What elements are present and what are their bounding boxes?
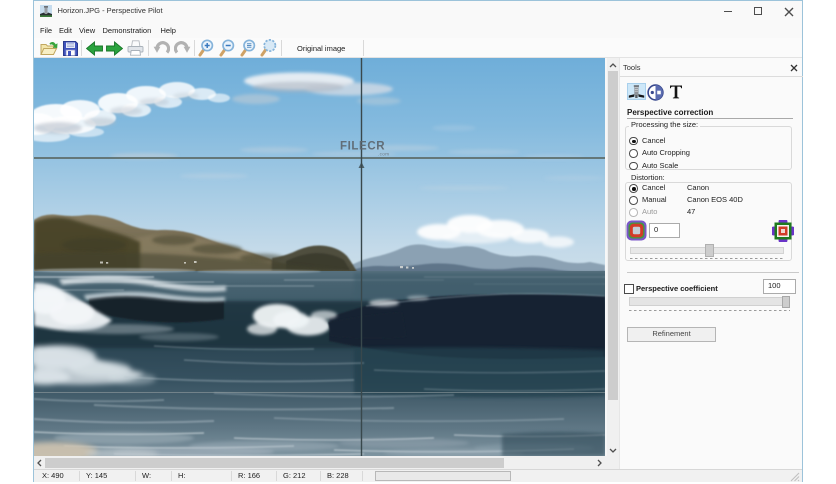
svg-text:.com: .com (378, 152, 389, 157)
